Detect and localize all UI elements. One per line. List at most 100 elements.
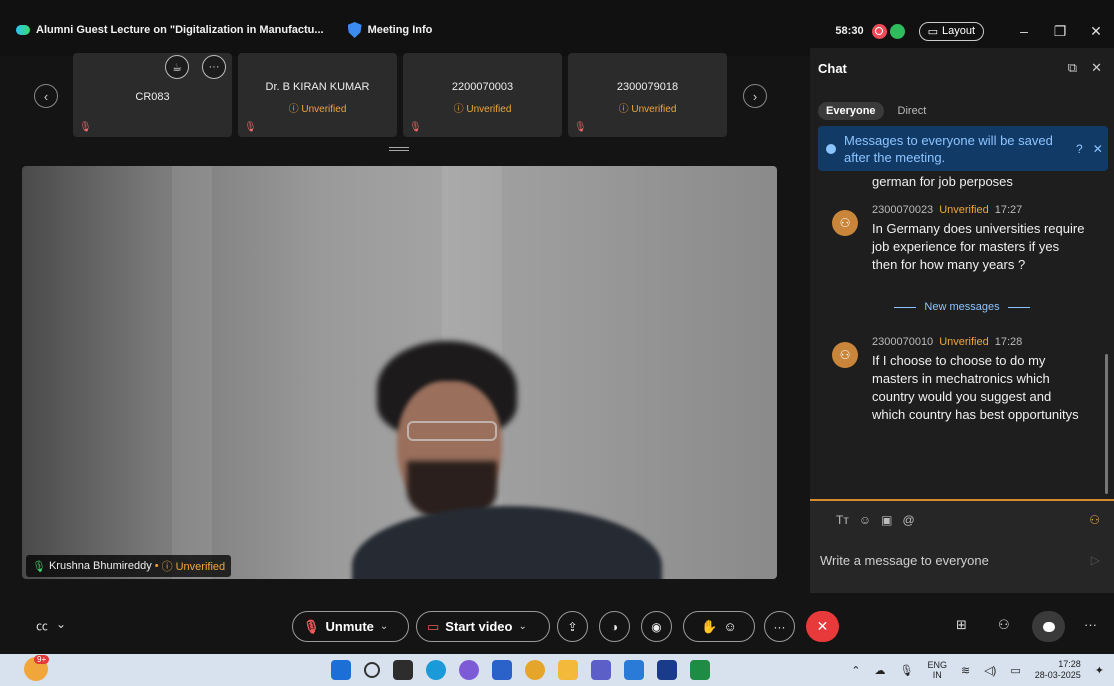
restore-button[interactable]: ❐ [1042,23,1078,40]
minimize-button[interactable]: – [1006,23,1042,39]
muted-mic-icon: 🎙︎ [244,122,257,133]
message-status: Unverified [939,336,989,348]
chevron-up-icon[interactable]: ⌃ [851,664,860,677]
new-messages-divider: New messages [810,301,1114,313]
layout-button[interactable]: ▭ Layout [918,21,984,41]
participant-tile[interactable]: Dr. B KIRAN KUMAR ⓘ Unverified 🎙︎ [238,53,397,137]
gif-icon[interactable]: ▣ [881,513,892,527]
excel-icon[interactable] [690,660,710,680]
share-button[interactable]: ⇪ [557,611,588,642]
notifications-icon[interactable]: ✦ [1095,664,1104,677]
close-chat-icon[interactable]: ✕ [1091,60,1102,76]
closed-captions-button[interactable]: ㏄ ⌄ [36,617,66,634]
speaker-name-label: 🎙︎ Krushna Bhumireddy • ⓘ Unverified [26,555,232,577]
recipient-icon[interactable]: ⚇ [1089,513,1100,527]
audio-indicator-icon[interactable] [889,23,905,39]
participant-tile[interactable]: ☕ ··· CR083 🎙︎ [73,53,232,137]
help-icon[interactable]: ? [1076,142,1083,156]
dell-icon[interactable] [624,660,644,680]
participant-name: 2300079018 [616,81,679,93]
wifi-icon[interactable]: ≋ [961,664,970,677]
message-status: Unverified [939,204,989,216]
start-icon[interactable] [331,660,351,680]
message-body: In Germany does universities require job… [872,221,1085,272]
participant-name: Dr. B KIRAN KUMAR [265,81,370,93]
speaker-separator: • [154,560,159,572]
muted-mic-icon: 🎙︎ [303,618,320,634]
more-panels-button[interactable]: ··· [1084,617,1097,632]
webex-logo-icon [16,25,30,35]
edge-icon[interactable] [426,660,446,680]
close-button[interactable]: ✕ [1078,23,1114,40]
strip-next-button[interactable]: › [743,84,767,108]
participants-button[interactable]: ⚇ [998,617,1010,633]
chevron-down-icon[interactable]: ⌄ [380,621,388,632]
more-options-icon[interactable]: ··· [202,55,226,79]
tab-direct[interactable]: Direct [890,102,935,120]
webex-assistant-button[interactable]: ◑ [599,611,630,642]
text-format-icon[interactable]: Tт [836,513,849,527]
emoji-icon[interactable]: ☺ [859,513,871,527]
file-explorer-icon[interactable] [558,660,578,680]
info-icon [826,143,836,154]
chat-message-input[interactable]: Write a message to everyone [820,553,989,568]
store-icon[interactable] [492,660,512,680]
mention-icon[interactable]: @ [902,513,914,527]
strip-resize-handle[interactable] [389,147,409,151]
message-time: 17:27 [994,204,1023,216]
chevron-down-icon[interactable]: ⌄ [518,621,526,632]
window-pane [172,166,212,579]
more-options-button[interactable]: ··· [764,611,795,642]
leave-meeting-button[interactable]: ✕ [806,611,839,642]
popout-icon[interactable]: ⧉ [1068,60,1077,76]
language-code: ENG [927,660,947,670]
chat-title: Chat [818,61,847,76]
participant-tile[interactable]: 2300079018 ⓘ Unverified 🎙︎ [568,53,727,137]
onedrive-icon[interactable]: ☁ [875,664,886,677]
strip-prev-button[interactable]: ‹ [34,84,58,108]
volume-icon[interactable]: ◁) [984,664,996,677]
clock[interactable]: 17:28 28-03-2025 [1035,659,1081,681]
send-icon[interactable]: ▷ [1091,553,1100,567]
participant-status: ⓘ Unverified [618,104,677,115]
chat-message: ⚇ 2300070023 Unverified 17:27 In Germany… [832,204,1102,274]
search-icon[interactable] [364,662,380,678]
tab-everyone[interactable]: Everyone [818,102,884,120]
copilot-icon[interactable] [459,660,479,680]
reactions-button[interactable]: ✋ ☺ [683,611,755,642]
apps-button[interactable]: ⊞ [956,617,967,633]
task-view-icon[interactable] [393,660,413,680]
message-time: 17:28 [994,336,1023,348]
chrome-icon[interactable] [525,660,545,680]
widgets-icon[interactable]: 9+ [24,655,50,681]
start-video-label: Start video [445,619,513,634]
muted-mic-icon: 🎙︎ [79,122,92,133]
message-body: If I choose to choose to do my masters i… [872,353,1079,422]
chat-header-actions: ⧉ ✕ [1068,60,1102,76]
meeting-controls-bar: ㏄ ⌄ 🎙︎ Unmute ⌄ ▭ Start video ⌄ ⇪ ◑ ◉ ✋ … [0,597,1114,652]
teams-icon[interactable] [591,660,611,680]
webex-icon[interactable] [657,660,677,680]
notice-text: Messages to everyone will be saved after… [844,132,1053,165]
coffee-break-icon[interactable]: ☕ [165,55,189,79]
speaker-figure [352,341,662,579]
participant-tile[interactable]: 2200070003 ⓘ Unverified 🎙︎ [403,53,562,137]
participant-status: ⓘ Unverified [453,104,512,115]
record-button[interactable]: ◉ [641,611,672,642]
participant-status: ⓘ Unverified [288,104,347,115]
dismiss-notice-icon[interactable]: ✕ [1093,142,1103,156]
message-sender: 2300070023 [872,204,934,216]
start-video-button[interactable]: ▭ Start video ⌄ [416,611,550,642]
participant-name: 2200070003 [451,81,514,93]
assistant-icon: ◑ [610,619,619,634]
chat-notice-banner: Messages to everyone will be saved after… [818,126,1108,171]
meeting-info-button[interactable]: Meeting Info [347,22,432,38]
more-icon: ··· [773,619,786,634]
chat-scrollbar[interactable] [1105,354,1108,494]
recording-indicator-icon[interactable] [871,23,887,39]
language-indicator[interactable]: ENG IN [927,660,947,680]
battery-icon[interactable]: ▭ [1010,664,1020,677]
mic-muted-icon[interactable]: 🎙︎ [900,664,914,677]
chat-button[interactable] [1032,611,1065,642]
unmute-button[interactable]: 🎙︎ Unmute ⌄ [292,611,409,642]
